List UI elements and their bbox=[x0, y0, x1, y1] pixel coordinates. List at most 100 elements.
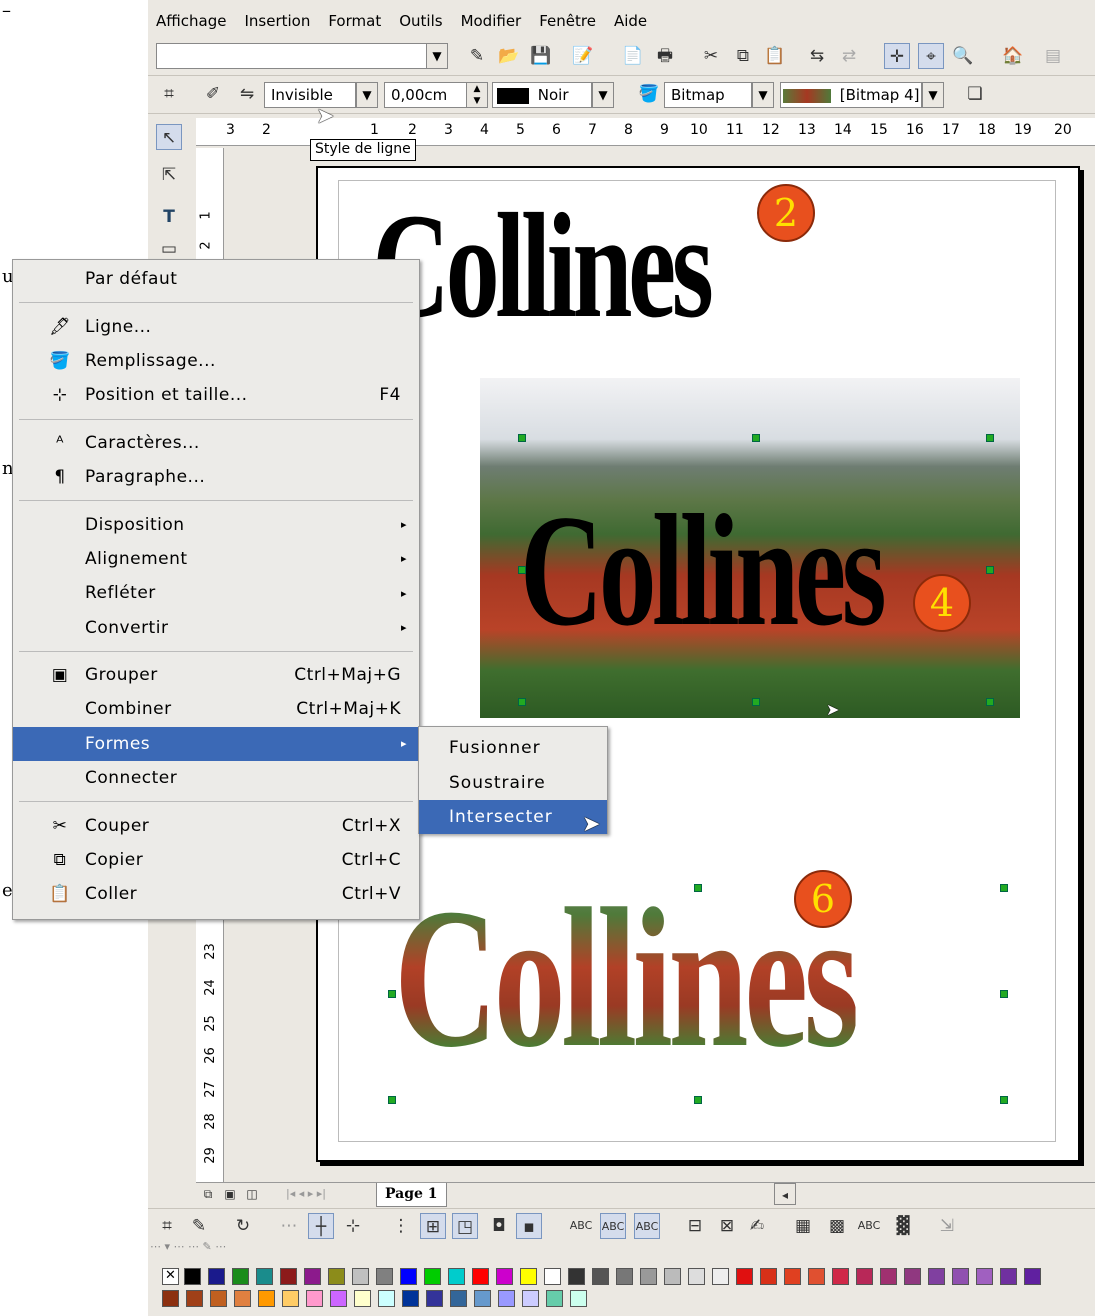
shadow-icon[interactable]: ❏ bbox=[962, 81, 988, 107]
arrow-style-icon[interactable]: ⇋ bbox=[234, 81, 260, 107]
color-swatch[interactable] bbox=[498, 1290, 515, 1307]
color-swatch[interactable] bbox=[712, 1268, 729, 1285]
helplines-icon[interactable]: ⌖ bbox=[918, 43, 944, 69]
page-tab[interactable]: Page 1 bbox=[376, 1183, 447, 1207]
create-object-icon[interactable]: ⊟ bbox=[682, 1213, 708, 1239]
color-swatch[interactable] bbox=[760, 1268, 777, 1285]
save-icon[interactable]: 💾 bbox=[528, 43, 554, 69]
image-mode-icon[interactable]: ▦ bbox=[790, 1213, 816, 1239]
selection-handle[interactable] bbox=[986, 434, 994, 442]
snap-frame-icon[interactable]: ◳ bbox=[452, 1213, 478, 1239]
area-style-arrow[interactable]: ▼ bbox=[752, 82, 774, 108]
exit-group-icon[interactable]: ⊠ bbox=[714, 1213, 740, 1239]
color-swatch[interactable] bbox=[904, 1268, 921, 1285]
text-contour-icon[interactable]: ABC bbox=[856, 1213, 882, 1239]
context-item-remplissage[interactable]: 🪣 Remplissage... bbox=[13, 344, 419, 378]
url-combo[interactable] bbox=[156, 43, 428, 69]
color-swatch[interactable] bbox=[328, 1268, 345, 1285]
color-swatch[interactable] bbox=[208, 1268, 225, 1285]
collines-text-black[interactable]: Collines bbox=[372, 180, 714, 352]
color-swatch[interactable] bbox=[426, 1290, 443, 1307]
color-swatch[interactable] bbox=[952, 1268, 969, 1285]
text-double-click-icon[interactable]: ABC bbox=[600, 1213, 626, 1239]
snap-to-helplines-icon[interactable]: ⊹ bbox=[340, 1213, 366, 1239]
effects-icon[interactable]: ⇲ bbox=[934, 1213, 960, 1239]
color-swatch[interactable] bbox=[664, 1268, 681, 1285]
selection-handle[interactable] bbox=[1000, 990, 1008, 998]
snap-border-icon[interactable]: ⊞ bbox=[420, 1213, 446, 1239]
selection-handle[interactable] bbox=[518, 698, 526, 706]
line-width-spinner[interactable]: ▲ ▼ bbox=[466, 82, 488, 108]
color-swatch[interactable] bbox=[354, 1290, 371, 1307]
context-item-connecter[interactable]: Connecter bbox=[13, 761, 419, 795]
context-item-convertir[interactable]: Convertir ▸ bbox=[13, 611, 419, 645]
open-icon[interactable]: 📂 bbox=[496, 43, 522, 69]
context-item-grouper[interactable]: ▣ Grouper Ctrl+Maj+G bbox=[13, 658, 419, 692]
area-fill-arrow[interactable]: ▼ bbox=[922, 82, 944, 108]
line-style-arrow[interactable]: ▼ bbox=[356, 82, 378, 108]
color-swatch[interactable] bbox=[522, 1290, 539, 1307]
selection-handle[interactable] bbox=[986, 698, 994, 706]
color-swatch[interactable] bbox=[472, 1268, 489, 1285]
print-icon[interactable]: 🖶 bbox=[652, 43, 678, 69]
grid-icon[interactable]: ⋯ bbox=[276, 1213, 302, 1239]
menu-fenetre[interactable]: Fenêtre bbox=[539, 12, 596, 30]
color-swatch[interactable] bbox=[256, 1268, 273, 1285]
selection-handle[interactable] bbox=[1000, 884, 1008, 892]
scroll-left-icon[interactable]: ◂ bbox=[774, 1183, 796, 1205]
color-swatch[interactable] bbox=[376, 1268, 393, 1285]
text-tool-icon[interactable]: T bbox=[156, 204, 182, 230]
context-item-refléter[interactable]: Refléter ▸ bbox=[13, 576, 419, 610]
color-replace-icon[interactable]: ✍ bbox=[744, 1213, 770, 1239]
line-color-select[interactable]: Noir bbox=[492, 82, 592, 108]
color-swatch[interactable] bbox=[162, 1290, 179, 1307]
color-swatch[interactable] bbox=[928, 1268, 945, 1285]
line-style-select[interactable]: Invisible bbox=[264, 82, 356, 108]
url-combo-arrow[interactable]: ▼ bbox=[426, 43, 448, 69]
color-swatch[interactable] bbox=[568, 1268, 585, 1285]
color-swatch[interactable] bbox=[832, 1268, 849, 1285]
helplines-move-icon[interactable]: ┼ bbox=[308, 1213, 334, 1239]
area-icon[interactable]: 🪣 bbox=[636, 81, 662, 107]
no-fill-swatch[interactable]: ✕ bbox=[162, 1268, 179, 1285]
selection-handle[interactable] bbox=[388, 990, 396, 998]
text-anchor-icon[interactable]: ABC bbox=[634, 1213, 660, 1239]
color-swatch[interactable] bbox=[280, 1268, 297, 1285]
export-pdf-icon[interactable]: 📄 bbox=[620, 43, 646, 69]
color-swatch[interactable] bbox=[306, 1290, 323, 1307]
context-item-caractères[interactable]: ᴬ Caractères... bbox=[13, 426, 419, 460]
selection-handle[interactable] bbox=[752, 698, 760, 706]
context-item-position-et-taille[interactable]: ⊹ Position et taille... F4 bbox=[13, 378, 419, 412]
submenu-item-fusionner[interactable]: Fusionner bbox=[419, 731, 607, 765]
line-color-arrow[interactable]: ▼ bbox=[592, 82, 614, 108]
snap-icon[interactable]: ✛ bbox=[884, 43, 910, 69]
menu-affichage[interactable]: Affichage bbox=[156, 12, 226, 30]
cut-icon[interactable]: ✂ bbox=[698, 43, 724, 69]
snap-grid-icon[interactable]: ⋮ bbox=[388, 1213, 414, 1239]
color-swatch[interactable] bbox=[258, 1290, 275, 1307]
color-swatch[interactable] bbox=[450, 1290, 467, 1307]
context-item-couper[interactable]: ✂ Couper Ctrl+X bbox=[13, 808, 419, 842]
context-item-paragraphe[interactable]: ¶ Paragraphe... bbox=[13, 460, 419, 494]
context-item-copier[interactable]: ⧉ Copier Ctrl+C bbox=[13, 843, 419, 877]
color-swatch[interactable] bbox=[330, 1290, 347, 1307]
area-fill-select[interactable]: [Bitmap 4] bbox=[780, 82, 922, 108]
collines-text-textured[interactable]: Collines bbox=[394, 864, 860, 1093]
color-swatch[interactable] bbox=[544, 1268, 561, 1285]
undo-icon[interactable]: ⇆ bbox=[804, 43, 830, 69]
page-nav-icon[interactable]: |◂ ◂ ▸ ▸| bbox=[266, 1183, 346, 1205]
line-contour-icon[interactable]: ▓ bbox=[890, 1213, 916, 1239]
color-swatch[interactable] bbox=[1000, 1268, 1017, 1285]
color-swatch[interactable] bbox=[688, 1268, 705, 1285]
select-arrow-icon[interactable]: ↖ bbox=[156, 124, 182, 150]
navigator-icon[interactable]: 🔍 bbox=[950, 43, 976, 69]
menu-format[interactable]: Format bbox=[328, 12, 381, 30]
area-style-select[interactable]: Bitmap bbox=[664, 82, 752, 108]
layer-view-icon[interactable]: ◫ bbox=[242, 1183, 262, 1205]
context-item-disposition[interactable]: Disposition ▸ bbox=[13, 507, 419, 541]
color-swatch[interactable] bbox=[186, 1290, 203, 1307]
copy-icon[interactable]: ⧉ bbox=[730, 43, 756, 69]
color-swatch[interactable] bbox=[976, 1268, 993, 1285]
selection-handle[interactable] bbox=[1000, 1096, 1008, 1104]
selection-handle[interactable] bbox=[752, 434, 760, 442]
